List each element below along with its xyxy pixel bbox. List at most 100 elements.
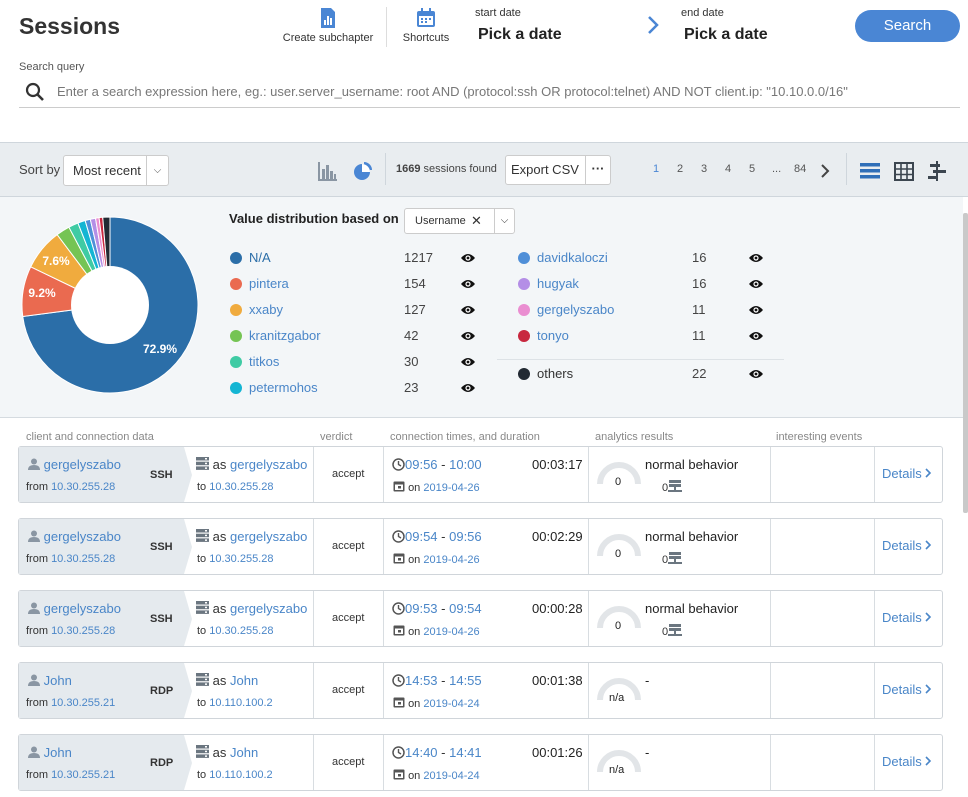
value-distribution-label: Value distribution based on: [229, 211, 399, 226]
end-date-picker[interactable]: Pick a date: [684, 26, 768, 44]
date-value[interactable]: 2019-04-26: [423, 482, 479, 494]
eye-icon[interactable]: [460, 356, 476, 368]
eye-icon[interactable]: [460, 330, 476, 342]
page-84[interactable]: 84: [794, 163, 806, 175]
page-5[interactable]: 5: [749, 163, 755, 175]
create-subchapter-button[interactable]: Create subchapter: [282, 8, 374, 44]
legend-name[interactable]: kranitzgabor: [249, 328, 321, 343]
search-input[interactable]: [19, 76, 960, 108]
chevron-right-icon: [925, 756, 932, 766]
start-time[interactable]: 09:54: [405, 529, 438, 544]
server-username[interactable]: gergelyszabo: [230, 457, 307, 472]
legend-name[interactable]: N/A: [249, 250, 271, 265]
eye-icon[interactable]: [748, 278, 764, 290]
date-value[interactable]: 2019-04-26: [423, 626, 479, 638]
page-4[interactable]: 4: [725, 163, 731, 175]
end-time[interactable]: 09:56: [449, 529, 482, 544]
server-ip[interactable]: 10.30.255.28: [209, 481, 273, 493]
end-time[interactable]: 09:54: [449, 601, 482, 616]
server-user: as gergelyszabo: [196, 457, 307, 472]
legend-name[interactable]: titkos: [249, 354, 279, 369]
server-ip[interactable]: 10.30.255.28: [209, 553, 273, 565]
client-username[interactable]: gergelyszabo: [44, 529, 121, 544]
server-ip[interactable]: 10.110.100.2: [209, 697, 272, 709]
page-2[interactable]: 2: [677, 163, 683, 175]
end-time[interactable]: 14:41: [449, 745, 482, 760]
legend-count: 22: [692, 366, 707, 381]
protocol-label: RDP: [150, 685, 174, 697]
server-username[interactable]: gergelyszabo: [230, 601, 307, 616]
details-link[interactable]: Details: [882, 754, 932, 769]
sort-select[interactable]: Most recent ⌵: [63, 155, 169, 186]
date-value[interactable]: 2019-04-26: [423, 554, 479, 566]
session-row[interactable]: gergelyszabo from 10.30.255.28 SSH as ge…: [18, 590, 943, 647]
legend-name[interactable]: gergelyszabo: [537, 302, 614, 317]
start-time[interactable]: 09:56: [405, 457, 438, 472]
bar-chart-icon[interactable]: [318, 161, 338, 181]
page-3[interactable]: 3: [701, 163, 707, 175]
session-row[interactable]: gergelyszabo from 10.30.255.28 SSH as ge…: [18, 518, 943, 575]
client-ip[interactable]: 10.30.255.28: [51, 481, 115, 493]
legend-name[interactable]: hugyak: [537, 276, 579, 291]
export-csv-button[interactable]: Export CSV ···: [505, 155, 611, 185]
legend-name[interactable]: petermohos: [249, 380, 318, 395]
eye-icon[interactable]: [748, 252, 764, 264]
eye-icon[interactable]: [748, 368, 764, 380]
server-ip[interactable]: 10.110.100.2: [209, 769, 272, 781]
eye-icon[interactable]: [748, 304, 764, 316]
server-ip[interactable]: 10.30.255.28: [209, 625, 273, 637]
scrollbar[interactable]: [963, 213, 968, 513]
server-username[interactable]: John: [230, 673, 258, 688]
details-link[interactable]: Details: [882, 466, 932, 481]
legend-dot: [518, 330, 530, 342]
more-options-button[interactable]: ···: [585, 156, 610, 184]
client-username[interactable]: gergelyszabo: [44, 601, 121, 616]
client-ip[interactable]: 10.30.255.28: [51, 625, 115, 637]
server-username[interactable]: gergelyszabo: [230, 529, 307, 544]
session-row[interactable]: John from 10.30.255.21 RDP as John to 10…: [18, 662, 943, 719]
client-username[interactable]: gergelyszabo: [44, 457, 121, 472]
pie-chart-icon[interactable]: [353, 161, 373, 181]
date-value[interactable]: 2019-04-24: [423, 770, 479, 782]
session-row[interactable]: gergelyszabo from 10.30.255.28 SSH as ge…: [18, 446, 943, 503]
session-row[interactable]: John from 10.30.255.21 RDP as John to 10…: [18, 734, 943, 791]
start-time[interactable]: 09:53: [405, 601, 438, 616]
page-1[interactable]: 1: [653, 163, 659, 175]
table-view-icon[interactable]: [894, 162, 914, 181]
legend-name[interactable]: pintera: [249, 276, 289, 291]
eye-icon[interactable]: [460, 382, 476, 394]
search-button[interactable]: Search: [855, 10, 960, 42]
details-link[interactable]: Details: [882, 610, 932, 625]
date-value[interactable]: 2019-04-24: [423, 698, 479, 710]
behavior-label: -: [645, 745, 650, 760]
legend-name[interactable]: davidkaloczi: [537, 250, 608, 265]
start-time[interactable]: 14:40: [405, 745, 438, 760]
distribution-field-select[interactable]: Username ✕ ⌵: [404, 208, 515, 234]
eye-icon[interactable]: [460, 304, 476, 316]
server-username[interactable]: John: [230, 745, 258, 760]
details-link[interactable]: Details: [882, 538, 932, 553]
client-username[interactable]: John: [44, 673, 72, 688]
network-icon: [668, 624, 683, 636]
start-time[interactable]: 14:53: [405, 673, 438, 688]
shortcuts-button[interactable]: Shortcuts: [400, 8, 452, 44]
client-ip[interactable]: 10.30.255.21: [51, 697, 115, 709]
eye-icon[interactable]: [748, 330, 764, 342]
end-time[interactable]: 14:55: [449, 673, 482, 688]
client-username[interactable]: John: [44, 745, 72, 760]
start-date-picker[interactable]: Pick a date: [478, 26, 562, 44]
eye-icon[interactable]: [460, 252, 476, 264]
end-time[interactable]: 10:00: [449, 457, 482, 472]
client-ip[interactable]: 10.30.255.21: [51, 769, 115, 781]
list-view-icon[interactable]: [860, 162, 880, 180]
clear-icon[interactable]: ✕: [471, 209, 482, 233]
duration: 00:01:38: [532, 673, 583, 688]
legend-name[interactable]: tonyo: [537, 328, 569, 343]
timeline-view-icon[interactable]: [928, 161, 948, 181]
score-value: n/a: [609, 692, 625, 704]
next-page-icon[interactable]: [820, 164, 830, 178]
client-ip[interactable]: 10.30.255.28: [51, 553, 115, 565]
details-link[interactable]: Details: [882, 682, 932, 697]
eye-icon[interactable]: [460, 278, 476, 290]
legend-name[interactable]: xxaby: [249, 302, 283, 317]
